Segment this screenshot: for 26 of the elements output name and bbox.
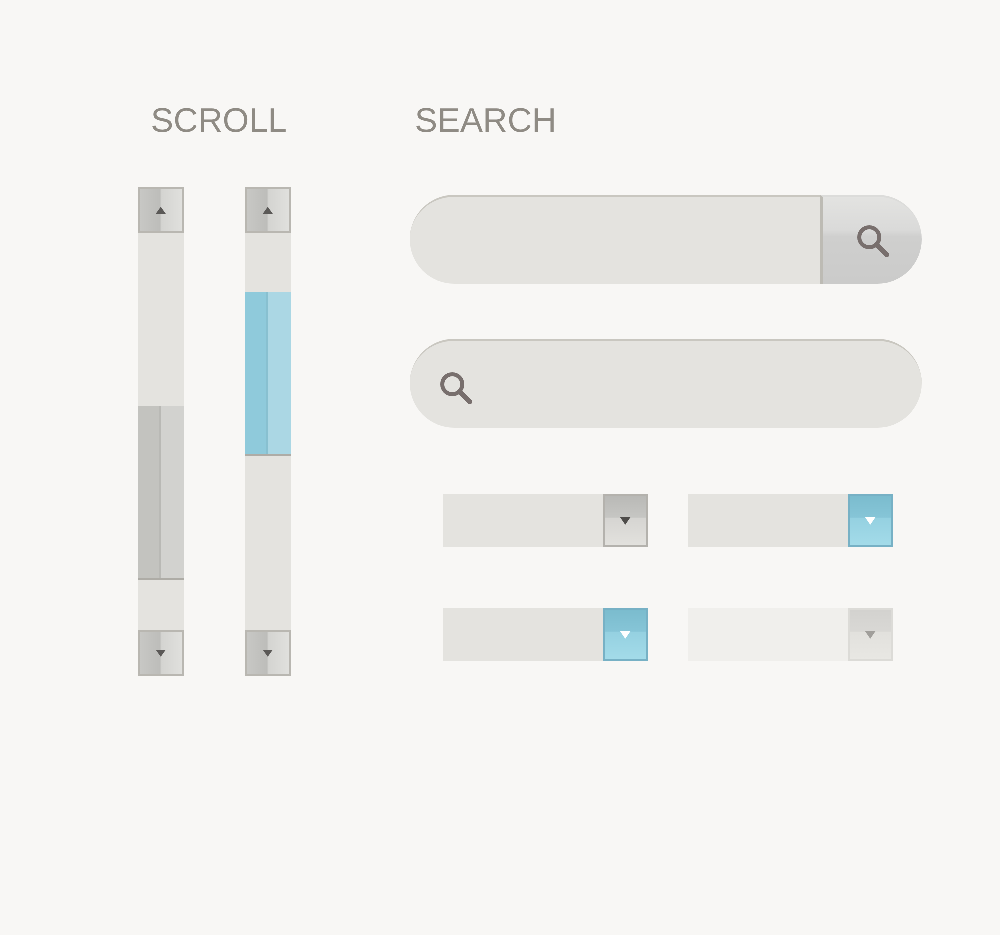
section-heading: SCROLL (151, 101, 288, 141)
caret-down-icon (620, 630, 631, 638)
scroll-down-button[interactable] (245, 630, 291, 676)
down-arrow-icon (263, 650, 273, 656)
scroll-thumb[interactable] (245, 292, 291, 456)
up-arrow-icon (263, 206, 273, 214)
search-button[interactable] (820, 195, 922, 284)
scroll-up-button[interactable] (138, 187, 184, 233)
down-arrow-icon (156, 650, 166, 656)
search-field[interactable] (410, 195, 820, 284)
caret-down-icon (865, 516, 876, 524)
dropdown-field[interactable] (688, 494, 848, 547)
dropdown-field[interactable] (443, 494, 603, 547)
dropdown-button[interactable] (603, 608, 648, 661)
caret-down-icon (865, 630, 876, 638)
scroll-thumb[interactable] (138, 406, 184, 580)
scroll-down-button[interactable] (138, 630, 184, 676)
caret-down-icon (620, 516, 631, 524)
dropdown-button[interactable] (603, 494, 648, 547)
search-icon (439, 370, 473, 404)
up-arrow-icon (156, 206, 166, 214)
section-heading: SEARCH (415, 101, 557, 141)
search-icon (856, 224, 890, 258)
dropdown-field[interactable] (443, 608, 603, 661)
dropdown-button[interactable] (848, 494, 893, 547)
scroll-up-button[interactable] (245, 187, 291, 233)
